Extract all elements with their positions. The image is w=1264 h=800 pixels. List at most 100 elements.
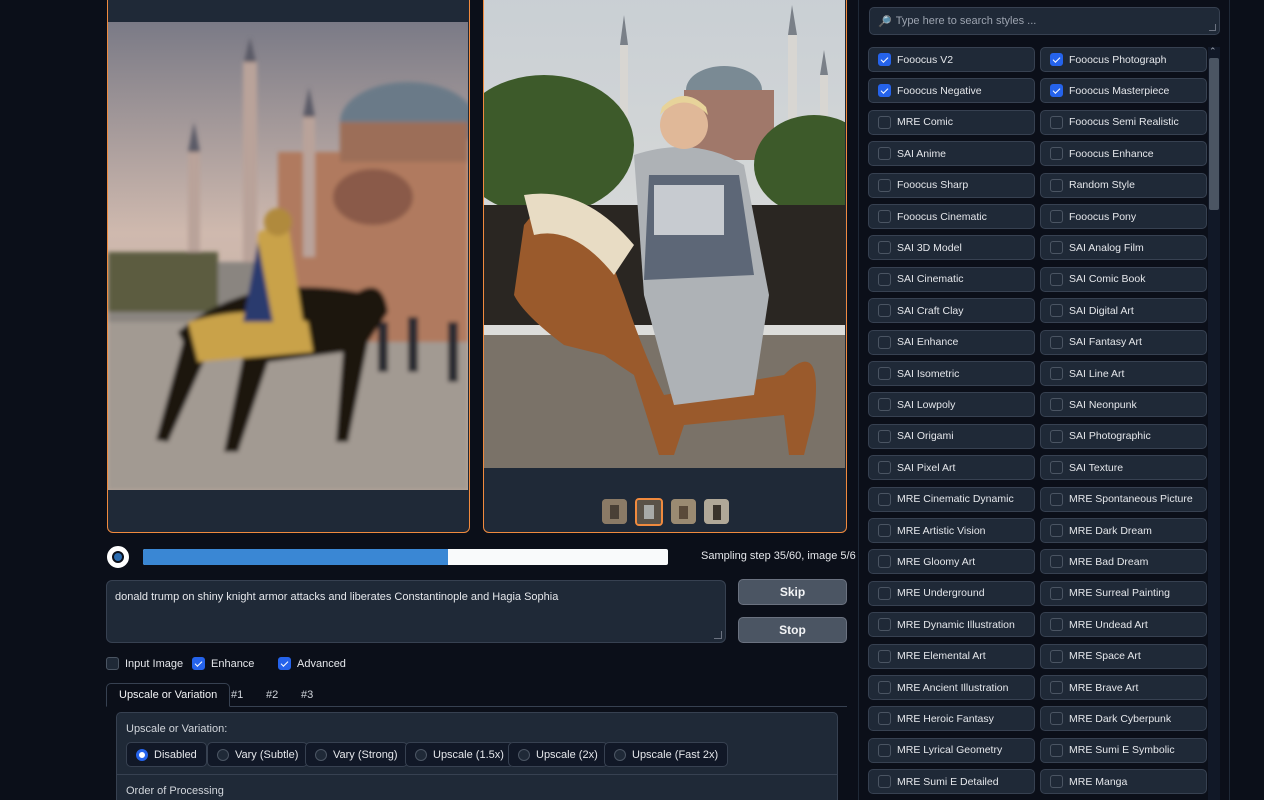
style-option[interactable]: Fooocus Pony [1040, 204, 1207, 229]
style-option[interactable]: MRE Brave Art [1040, 675, 1207, 700]
checkbox-icon[interactable] [106, 657, 119, 670]
checkbox-icon[interactable] [192, 657, 205, 670]
checkbox-icon[interactable] [1050, 775, 1063, 789]
style-option[interactable]: MRE Surreal Painting [1040, 580, 1207, 606]
checkbox-icon[interactable] [1050, 618, 1063, 632]
checkbox-icon[interactable] [1050, 492, 1063, 506]
style-option[interactable]: MRE Manga [1040, 769, 1207, 795]
checkbox-icon[interactable] [1050, 210, 1063, 223]
checkbox-icon[interactable] [1050, 367, 1063, 380]
checkbox-icon[interactable] [878, 775, 891, 789]
style-option[interactable]: SAI Texture [1040, 455, 1207, 481]
checkbox-icon[interactable] [878, 586, 891, 600]
gallery-main-image[interactable] [484, 0, 845, 468]
resize-handle-icon[interactable] [1209, 24, 1216, 31]
checkbox-icon[interactable] [1050, 649, 1063, 663]
style-option[interactable]: MRE Comic [868, 109, 1035, 135]
radio-icon[interactable] [136, 748, 148, 761]
checkbox-icon[interactable] [878, 272, 891, 286]
checkbox-icon[interactable] [1050, 555, 1063, 569]
style-option[interactable]: SAI Comic Book [1040, 266, 1207, 292]
checkbox-icon[interactable] [1050, 681, 1063, 694]
style-option[interactable]: MRE Artistic Vision [868, 518, 1035, 543]
style-option[interactable]: SAI 3D Model [868, 235, 1035, 261]
style-option[interactable]: MRE Undead Art [1040, 612, 1207, 638]
style-option[interactable]: SAI Line Art [1040, 361, 1207, 386]
style-option[interactable]: MRE Elemental Art [868, 643, 1035, 669]
radio-vary-strong[interactable]: Vary (Strong) [305, 742, 408, 767]
checkbox-icon[interactable] [1050, 429, 1063, 443]
radio-icon[interactable] [614, 748, 626, 761]
radio-icon[interactable] [415, 748, 427, 761]
checkbox-icon[interactable] [1050, 335, 1063, 349]
checkbox-icon[interactable] [278, 657, 291, 670]
style-option[interactable]: MRE Lyrical Geometry [868, 737, 1035, 763]
checkbox-icon[interactable] [1050, 461, 1063, 475]
checkbox-icon[interactable] [878, 84, 891, 98]
checkbox-icon[interactable] [1050, 398, 1063, 412]
radio-upscale-1-5x[interactable]: Upscale (1.5x) [405, 742, 514, 767]
style-option[interactable]: Fooocus Cinematic [868, 204, 1035, 229]
checkbox-icon[interactable] [1050, 241, 1063, 255]
style-option[interactable]: Fooocus Semi Realistic [1040, 109, 1207, 135]
checkbox-icon[interactable] [878, 147, 891, 161]
checkbox-icon[interactable] [878, 178, 891, 192]
style-option[interactable]: SAI Enhance [868, 329, 1035, 355]
style-option[interactable]: Fooocus Photograph [1040, 47, 1207, 72]
checkbox-icon[interactable] [1050, 712, 1063, 726]
radio-icon[interactable] [217, 748, 229, 761]
checkbox-icon[interactable] [878, 115, 891, 129]
scrollbar-thumb[interactable] [1209, 58, 1219, 210]
gallery-thumbnail[interactable] [704, 499, 729, 524]
tab-3[interactable]: #3 [289, 683, 325, 707]
radio-icon[interactable] [315, 748, 327, 761]
style-option[interactable]: MRE Gloomy Art [868, 549, 1035, 575]
radio-icon[interactable] [518, 748, 530, 761]
advanced-checkbox[interactable]: Advanced [278, 657, 346, 670]
enhance-checkbox[interactable]: Enhance [192, 657, 254, 670]
style-option[interactable]: MRE Spontaneous Picture [1040, 486, 1207, 512]
style-option[interactable]: SAI Neonpunk [1040, 392, 1207, 418]
checkbox-icon[interactable] [1050, 115, 1063, 129]
radio-vary-subtle[interactable]: Vary (Subtle) [207, 742, 309, 767]
checkbox-icon[interactable] [878, 618, 891, 632]
radio-disabled[interactable]: Disabled [126, 742, 207, 767]
checkbox-icon[interactable] [878, 712, 891, 726]
style-option[interactable]: MRE Underground [868, 580, 1035, 606]
checkbox-icon[interactable] [878, 210, 891, 223]
style-option[interactable]: SAI Lowpoly [868, 392, 1035, 418]
checkbox-icon[interactable] [878, 429, 891, 443]
checkbox-icon[interactable] [1050, 304, 1063, 318]
style-option[interactable]: Fooocus Enhance [1040, 141, 1207, 167]
input-image-checkbox[interactable]: Input Image [106, 657, 183, 670]
checkbox-icon[interactable] [1050, 53, 1063, 66]
checkbox-icon[interactable] [878, 681, 891, 694]
style-option[interactable]: MRE Space Art [1040, 643, 1207, 669]
style-option[interactable]: Random Style [1040, 172, 1207, 198]
checkbox-icon[interactable] [1050, 84, 1063, 98]
checkbox-icon[interactable] [878, 335, 891, 349]
stop-button[interactable]: Stop [738, 617, 847, 643]
prompt-textarea[interactable]: donald trump on shiny knight armor attac… [106, 580, 726, 643]
style-option[interactable]: MRE Heroic Fantasy [868, 706, 1035, 732]
style-option[interactable]: Fooocus Masterpiece [1040, 78, 1207, 104]
checkbox-icon[interactable] [878, 743, 891, 757]
style-option[interactable]: MRE Bad Dream [1040, 549, 1207, 575]
checkbox-icon[interactable] [878, 398, 891, 412]
checkbox-icon[interactable] [1050, 743, 1063, 757]
radio-upscale-fast-2x[interactable]: Upscale (Fast 2x) [604, 742, 729, 767]
checkbox-icon[interactable] [878, 53, 891, 66]
checkbox-icon[interactable] [1050, 524, 1063, 537]
style-option[interactable]: SAI Craft Clay [868, 298, 1035, 324]
checkbox-icon[interactable] [878, 461, 891, 475]
style-option[interactable]: MRE Sumi E Symbolic [1040, 737, 1207, 763]
checkbox-icon[interactable] [878, 241, 891, 255]
style-option[interactable]: SAI Origami [868, 423, 1035, 449]
style-search-input[interactable]: 🔎 Type here to search styles ... [869, 7, 1220, 35]
style-option[interactable]: SAI Cinematic [868, 266, 1035, 292]
checkbox-icon[interactable] [1050, 147, 1063, 161]
style-option[interactable]: MRE Sumi E Detailed [868, 769, 1035, 795]
checkbox-icon[interactable] [1050, 586, 1063, 600]
style-option[interactable]: SAI Analog Film [1040, 235, 1207, 261]
checkbox-icon[interactable] [1050, 272, 1063, 286]
